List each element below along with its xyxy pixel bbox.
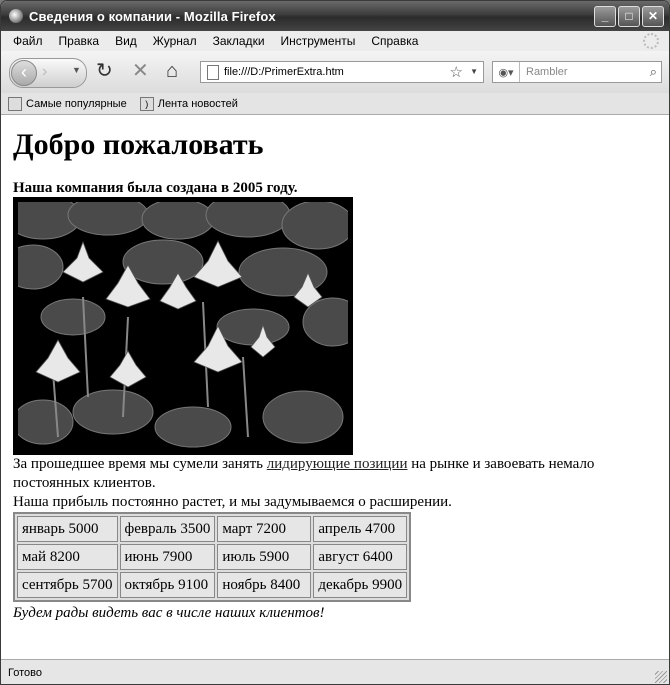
menu-history[interactable]: Журнал [153,34,197,48]
table-cell: октябрь 9100 [119,572,216,598]
url-dropdown-icon[interactable]: ▼ [470,67,478,76]
menu-view[interactable]: Вид [115,34,137,48]
rss-icon: ) [139,96,154,111]
status-bar: Готово [1,659,669,684]
menu-help[interactable]: Справка [371,34,418,48]
page-content: Добро пожаловать Наша компания была созд… [1,115,669,659]
history-dropdown-button[interactable]: ▼ [72,65,81,75]
search-box[interactable]: ◉▾ Rambler ⌕ [492,61,662,83]
navigation-toolbar: ‹ › ▼ ↻ ✕ ⌂ file:///D:/PrimerExtra.htm ☆… [1,51,669,93]
search-placeholder: Rambler [526,66,568,78]
forward-arrow-icon: › [42,63,48,80]
window-title: Сведения о компании - Mozilla Firefox [29,8,276,24]
table-cell: август 6400 [313,544,408,570]
table-cell: январь 5000 [17,516,118,542]
close-icon: ✕ [647,9,659,23]
bookmark-star-icon[interactable]: ☆ [450,63,463,81]
closing-text: Будем рады видеть вас в числе наших клие… [13,605,325,621]
bookmarks-toolbar: Самые популярные ) Лента новостей [1,93,669,115]
table-row: май 8200 июнь 7900 июль 5900 август 6400 [17,544,408,570]
bookmark-label: Лента новостей [157,97,238,110]
url-text: file:///D:/PrimerExtra.htm [224,66,344,78]
browser-window: Сведения о компании - Mozilla Firefox _ … [0,0,670,685]
achievements-paragraph: За прошедшее время мы сумели занять лиди… [13,455,653,493]
table-cell: июль 5900 [217,544,312,570]
minimize-button[interactable]: _ [594,6,616,27]
profit-paragraph: Наша прибыль постоянно растет, и мы заду… [13,494,452,510]
menu-bar: Файл Правка Вид Журнал Закладки Инструме… [1,31,669,51]
menu-file[interactable]: Файл [13,34,43,48]
search-icon[interactable]: ⌕ [650,64,657,80]
close-button[interactable]: ✕ [642,6,664,27]
maximize-icon: □ [625,9,633,23]
back-button[interactable]: ‹ [11,60,37,86]
bookmark-most-visited[interactable]: Самые популярные [8,96,127,111]
throbber-icon [643,33,659,49]
bookmark-label: Самые популярные [26,97,127,110]
forward-button[interactable]: › [42,63,47,81]
menu-tools[interactable]: Инструменты [281,34,356,48]
page-heading: Добро пожаловать [13,128,264,161]
search-engine-icon[interactable]: ◉▾ [493,62,520,82]
water-lilies-image [13,197,353,455]
resize-grip-icon[interactable] [655,671,667,683]
menu-edit[interactable]: Правка [59,34,100,48]
home-button[interactable]: ⌂ [166,61,178,81]
home-icon: ⌂ [166,60,179,82]
table-cell: март 7200 [217,516,312,542]
table-cell: май 8200 [17,544,118,570]
leading-positions-link[interactable]: лидирующие позиции [267,456,408,472]
back-forward-group: ‹ › ▼ [9,58,87,88]
status-text: Готово [8,666,42,679]
table-cell: ноябрь 8400 [217,572,312,598]
table-cell: февраль 3500 [119,516,216,542]
intro-text: Наша компания была создана в 2005 году. [13,180,298,196]
stop-icon: ✕ [132,60,149,82]
table-row: сентябрь 5700 октябрь 9100 ноябрь 8400 д… [17,572,408,598]
reload-icon: ↻ [96,60,113,82]
table-cell: сентябрь 5700 [17,572,118,598]
address-bar[interactable]: file:///D:/PrimerExtra.htm ☆ ▼ [200,61,484,83]
table-row: январь 5000 февраль 3500 март 7200 апрел… [17,516,408,542]
page-icon [207,64,219,80]
para-text: За прошедшее время мы сумели занять [13,456,267,472]
menu-bookmarks[interactable]: Закладки [213,34,265,48]
title-bar[interactable]: Сведения о компании - Mozilla Firefox _ … [1,1,669,31]
maximize-button[interactable]: □ [618,6,640,27]
minimize-icon: _ [601,9,609,23]
folder-icon [8,96,22,111]
reload-button[interactable]: ↻ [96,61,113,81]
stop-button[interactable]: ✕ [132,61,149,81]
table-cell: декабрь 9900 [313,572,408,598]
back-arrow-icon: ‹ [21,62,27,82]
bookmark-news-feed[interactable]: ) Лента новостей [139,96,238,111]
firefox-icon [9,9,23,23]
table-cell: июнь 7900 [119,544,216,570]
monthly-sales-table: январь 5000 февраль 3500 март 7200 апрел… [13,512,412,602]
table-cell: апрель 4700 [313,516,408,542]
